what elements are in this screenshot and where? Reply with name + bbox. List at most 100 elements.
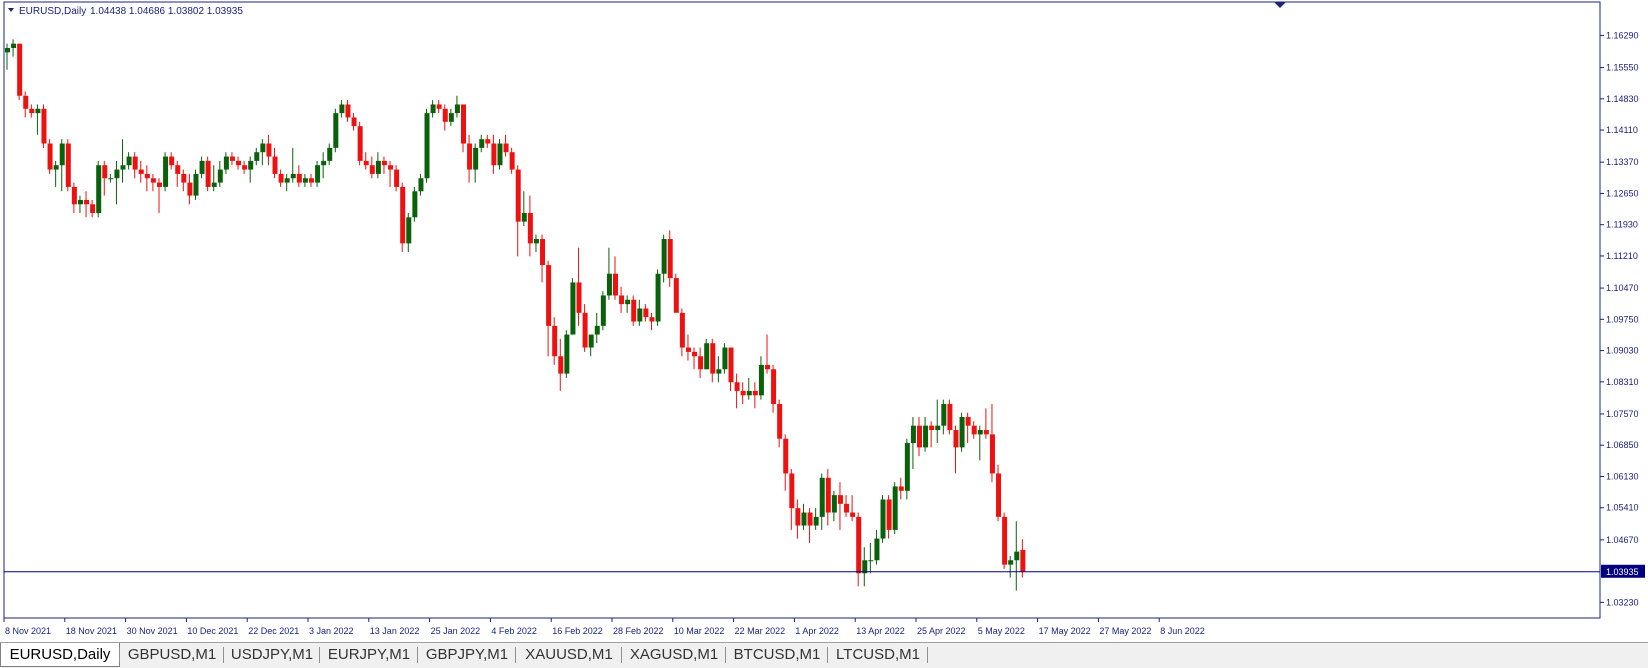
candle-body — [84, 199, 90, 205]
candle — [65, 139, 71, 192]
time-tick-label: 22 Dec 2021 — [248, 626, 299, 636]
candle-body — [564, 334, 570, 374]
candle-body — [442, 108, 448, 122]
candle-body — [217, 169, 223, 183]
price-tick-label: 1.09030 — [1606, 346, 1639, 356]
candle-body — [758, 364, 764, 396]
time-tick-label: 28 Feb 2022 — [613, 626, 664, 636]
candle-body — [1014, 551, 1020, 561]
candle-body — [266, 143, 272, 157]
candle-body — [485, 139, 491, 144]
candle-body — [929, 425, 935, 431]
candle-body — [570, 282, 576, 335]
candle-body — [473, 147, 479, 170]
time-tick-label: 8 Nov 2021 — [5, 626, 51, 636]
candle-body — [327, 147, 333, 161]
candle — [1002, 512, 1008, 569]
candle-body — [552, 325, 558, 357]
candle-body — [886, 499, 892, 530]
candle-body — [765, 364, 770, 370]
candle-body — [381, 160, 387, 166]
price-tick-label: 1.05410 — [1606, 503, 1639, 513]
tab-separator — [927, 647, 928, 663]
candle-body — [65, 143, 71, 187]
candle — [564, 330, 570, 378]
price-tick-label: 1.07570 — [1606, 409, 1639, 419]
time-tick-label: 1 Apr 2022 — [795, 626, 839, 636]
candle-body — [868, 560, 874, 562]
candle-body — [631, 299, 637, 322]
tab-btcusd-m1[interactable]: BTCUSD,M1 — [726, 643, 828, 667]
time-tick-label: 22 Mar 2022 — [735, 626, 786, 636]
tab-eurjpy-m1[interactable]: EURJPY,M1 — [320, 643, 418, 667]
candle — [193, 169, 199, 200]
candle-body — [625, 299, 631, 305]
candle-body — [935, 425, 941, 431]
candle-body — [655, 273, 661, 322]
candle-body — [114, 169, 120, 179]
candle — [704, 338, 710, 370]
candle-body — [1020, 549, 1026, 572]
candle-body — [467, 143, 473, 170]
candle — [947, 399, 953, 435]
candle — [357, 121, 363, 166]
candle-body — [685, 347, 691, 352]
candle-body — [29, 108, 35, 114]
candle-body — [412, 191, 418, 218]
time-tick-label: 17 May 2022 — [1039, 626, 1091, 636]
tab-usdjpy-m1[interactable]: USDJPY,M1 — [224, 643, 320, 667]
candle-body — [752, 390, 758, 396]
candle-body — [606, 273, 612, 296]
candle-body — [698, 356, 704, 370]
candle-body — [132, 156, 138, 170]
time-tick-label: 13 Apr 2022 — [856, 626, 905, 636]
candle-body — [777, 403, 783, 439]
candle — [497, 139, 503, 170]
candle-body — [771, 369, 777, 404]
candle — [904, 438, 910, 500]
candle-body — [47, 143, 53, 170]
chart-tab-bar: EURUSD,Daily GBPUSD,M1 USDJPY,M1 EURJPY,M1 G… — [0, 642, 1648, 668]
candle-body — [509, 152, 515, 170]
price-tick-label: 1.04670 — [1606, 535, 1639, 545]
candle-body — [138, 169, 144, 174]
candle-body — [874, 538, 880, 561]
tab-gbpjpy-m1[interactable]: GBPJPY,M1 — [418, 643, 516, 667]
candle-body — [357, 126, 363, 161]
candle — [17, 43, 23, 101]
tab-xauusd-m1[interactable]: XAUUSD,M1 — [516, 643, 622, 667]
price-tick-label: 1.14110 — [1606, 125, 1638, 135]
candle-body — [813, 516, 819, 526]
candle-body — [503, 143, 509, 153]
time-tick-label: 5 May 2022 — [978, 626, 1025, 636]
time-tick-label: 4 Feb 2022 — [491, 626, 537, 636]
candle-body — [248, 160, 254, 170]
candle-body — [193, 173, 199, 196]
candle-body — [315, 165, 321, 183]
tab-ltcusd-m1[interactable]: LTCUSD,M1 — [828, 643, 928, 667]
ohlc-values: 1.04438 1.04686 1.03802 1.03935 — [90, 6, 243, 17]
price-tick-label: 1.13370 — [1606, 157, 1639, 167]
candle-body — [1002, 516, 1008, 565]
candle-body — [211, 182, 217, 187]
time-tick-label: 27 May 2022 — [1099, 626, 1151, 636]
current-price-label: 1.03935 — [1606, 567, 1639, 577]
candle-body — [576, 282, 582, 313]
candle-body — [491, 143, 497, 166]
candle-body — [722, 347, 728, 370]
tab-gbpusd-m1[interactable]: GBPUSD,M1 — [120, 643, 224, 667]
tab-xagusd-m1[interactable]: XAGUSD,M1 — [622, 643, 726, 667]
candle-body — [582, 312, 588, 348]
time-tick-label: 16 Feb 2022 — [552, 626, 603, 636]
candle-body — [643, 308, 649, 318]
candle-body — [454, 104, 460, 114]
candle-body — [898, 486, 904, 491]
candle-body — [424, 113, 430, 179]
tab-eurusd-daily[interactable]: EURUSD,Daily — [0, 643, 120, 667]
candle-body — [96, 165, 102, 213]
candle-body — [223, 156, 229, 170]
candle — [655, 269, 661, 326]
candle-body — [673, 278, 679, 313]
candle — [47, 139, 53, 174]
price-chart[interactable]: 1.16290 1.15550 1.14830 1.14110 1.13370 1.126… — [0, 0, 1648, 642]
